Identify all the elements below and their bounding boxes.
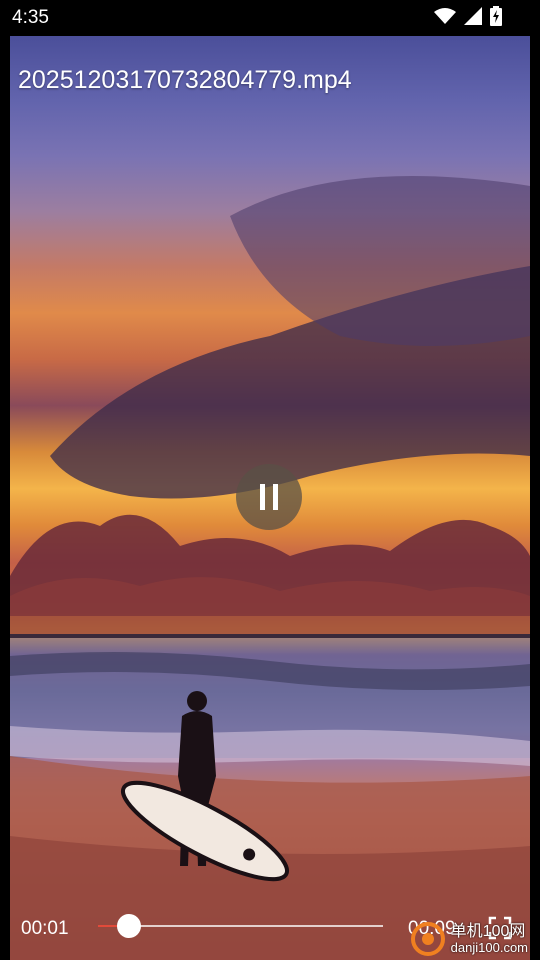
status-bar: 4:35	[0, 0, 540, 36]
watermark-logo-icon	[410, 922, 445, 956]
seek-bar[interactable]	[98, 914, 383, 938]
current-time: 00:01	[21, 918, 69, 939]
wifi-icon	[434, 8, 456, 24]
status-time: 4:35	[12, 7, 49, 28]
status-icons	[434, 6, 502, 26]
video-player[interactable]: 20251203170732804779.mp4 00:01 00:09 单机1…	[10, 36, 530, 960]
video-title: 20251203170732804779.mp4	[18, 66, 352, 94]
cellular-signal-icon	[464, 7, 482, 25]
seek-thumb[interactable]	[117, 914, 142, 938]
watermark-text-cn: 单机100网	[450, 922, 526, 940]
pause-icon	[260, 484, 278, 510]
battery-charging-icon	[490, 6, 502, 26]
watermark-text-url: danji100.com	[450, 939, 528, 955]
watermark: 单机100网 danji100.com	[409, 920, 528, 958]
pause-button[interactable]	[236, 464, 302, 530]
